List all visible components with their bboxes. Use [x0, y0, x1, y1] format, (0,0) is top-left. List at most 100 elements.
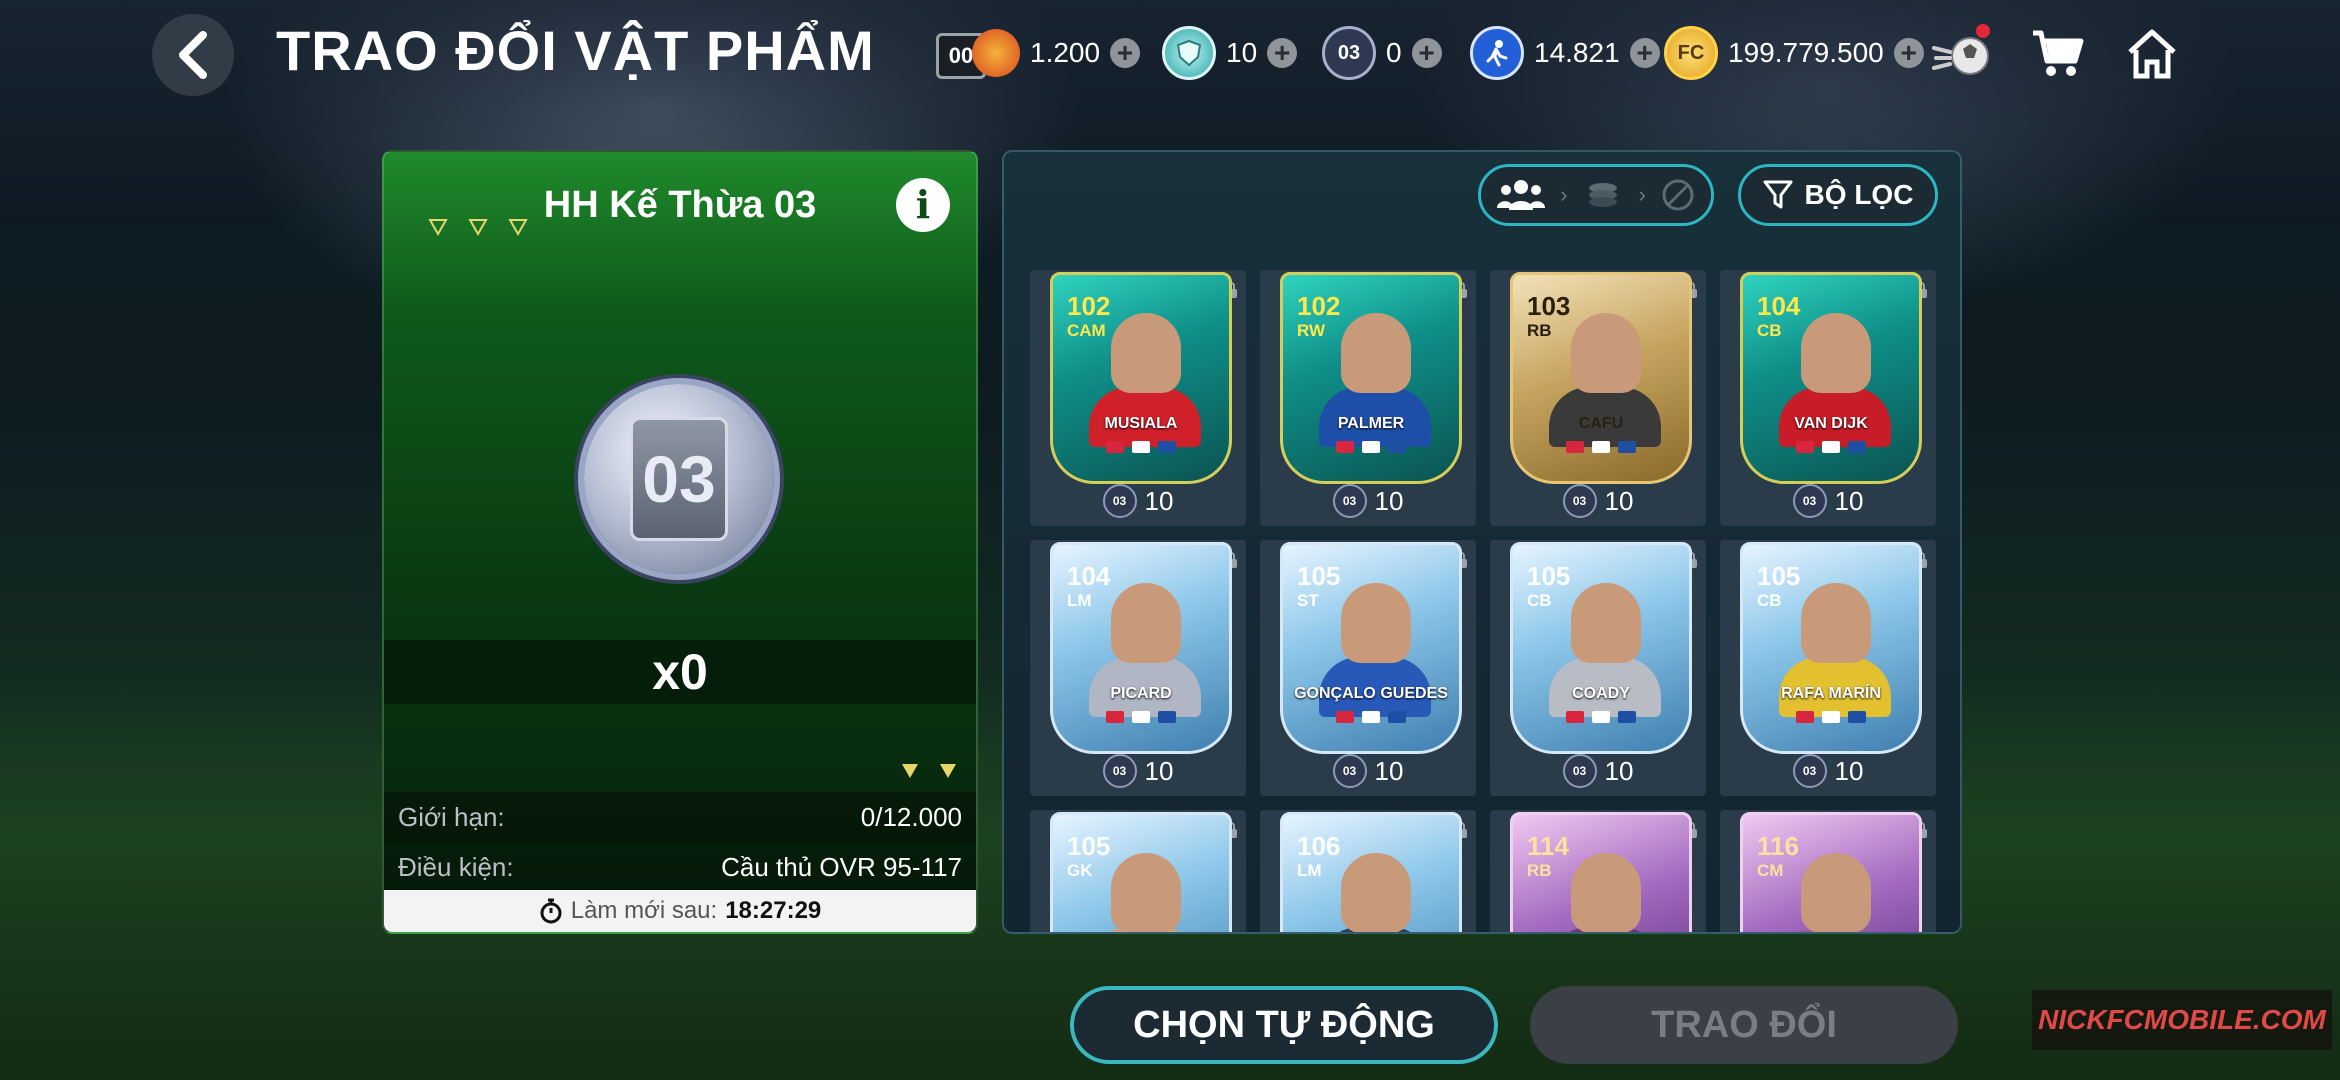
price-value: 10: [1374, 755, 1404, 786]
add-shield-button[interactable]: +: [1267, 38, 1298, 68]
token-03-icon: 03: [1792, 484, 1827, 518]
player-card: 103 RB CAFU: [1510, 272, 1692, 484]
player-name: GONÇALO GUEDES: [1294, 685, 1448, 702]
price-value: 10: [1834, 755, 1864, 786]
player-card-slot[interactable]: 114 RB: [1490, 810, 1706, 932]
player-card-slot[interactable]: 102 RW PALMER 03 10: [1260, 270, 1476, 526]
player-card-slot[interactable]: 105 CB COADY 03 10: [1490, 540, 1706, 796]
token-03-icon: 03: [1792, 754, 1827, 788]
player-card-slot[interactable]: 104 LM PICARD 03 10: [1030, 540, 1246, 796]
token-03-icon: 03: [1322, 26, 1376, 80]
condition-label: Điều kiện:: [398, 852, 514, 882]
page-title: TRAO ĐỔI VẬT PHẨM: [276, 19, 875, 82]
auto-select-button[interactable]: CHỌN TỰ ĐỘNG: [1070, 986, 1498, 1064]
player-ovr: 102: [1297, 291, 1341, 321]
player-name: COADY: [1572, 685, 1630, 702]
owned-count: x0: [384, 640, 976, 704]
cart-icon[interactable]: [2028, 24, 2088, 84]
player-portrait: [1801, 853, 1871, 932]
exchange-item-panel: HH Kế Thừa 03 i 03 x0 Giới hạn: 0/12.000…: [382, 150, 978, 934]
player-name: CAFU: [1578, 415, 1624, 432]
add-token-03-button[interactable]: +: [1411, 38, 1442, 68]
player-card-slot[interactable]: 105 CB RAFA MARÍN 03 10: [1720, 540, 1936, 796]
player-name: MUSIALA: [1104, 415, 1178, 432]
player-position: LM: [1297, 861, 1322, 880]
player-position: RB: [1527, 861, 1552, 880]
notification-dot: [1976, 24, 1990, 38]
price-value: 10: [1374, 485, 1404, 516]
token-03-icon: 03: [1102, 754, 1137, 788]
player-ovr: 106: [1297, 831, 1341, 861]
price-value: 10: [1144, 485, 1174, 516]
condition-row: Điều kiện: Cầu thủ OVR 95-117: [384, 842, 976, 892]
add-orange-token-button[interactable]: +: [1110, 38, 1141, 68]
refresh-timer: Làm mới sau: 18:27:29: [384, 890, 976, 932]
add-player-points-button[interactable]: +: [1629, 38, 1660, 68]
player-portrait: [1801, 313, 1871, 393]
currency-player-points: 14.821 +: [1470, 26, 1660, 80]
player-portrait: [1571, 853, 1641, 932]
limit-label: Giới hạn:: [398, 802, 505, 832]
player-position: ST: [1297, 591, 1319, 610]
filter-mode-toggle[interactable]: › ›: [1478, 164, 1714, 226]
ball-launch-icon[interactable]: [1932, 24, 1992, 84]
player-card: 105 GK: [1050, 812, 1232, 932]
token-03-icon: 03: [1562, 754, 1597, 788]
player-card-slot[interactable]: 106 LM: [1260, 810, 1476, 932]
currency-value: 10: [1226, 37, 1258, 68]
decor-triangles-right: [896, 762, 966, 782]
player-name: VAN DIJK: [1794, 415, 1868, 432]
player-card-slot[interactable]: 102 CAM MUSIALA 03 10: [1030, 270, 1246, 526]
player-flags: [1559, 441, 1643, 457]
player-ovr: 105: [1757, 561, 1801, 591]
player-card-slot[interactable]: 103 RB CAFU 03 10: [1490, 270, 1706, 526]
currency-value: 0: [1386, 37, 1402, 68]
player-card: 104 LM PICARD: [1050, 542, 1232, 754]
player-card-slot[interactable]: 116 CM: [1720, 810, 1936, 932]
price-value: 10: [1144, 755, 1174, 786]
player-position: CB: [1757, 321, 1782, 340]
player-card-slot[interactable]: 105 ST GONÇALO GUEDES 03 10: [1260, 540, 1476, 796]
no-trade-icon: [1662, 179, 1694, 211]
shield-icon: [1162, 26, 1216, 80]
card-price: 03 10: [1490, 754, 1706, 788]
currency-value: 1.200: [1030, 37, 1101, 68]
runner-icon: [1470, 26, 1524, 80]
player-portrait: [1111, 313, 1181, 393]
card-price: 03 10: [1720, 484, 1936, 518]
coins-stack-icon: [1589, 183, 1617, 207]
trade-button[interactable]: TRAO ĐỔI: [1530, 986, 1958, 1064]
player-ovr: 103: [1527, 291, 1571, 321]
player-flags: [1099, 711, 1183, 727]
currency-value: 199.779.500: [1728, 37, 1884, 68]
info-icon[interactable]: i: [896, 178, 950, 232]
card-price: 03 10: [1260, 754, 1476, 788]
watermark-logo: NICKFCMOBILE.COM: [2032, 990, 2332, 1050]
chevron-left-icon: [179, 31, 207, 79]
refresh-label: Làm mới sau:: [570, 897, 718, 924]
player-flags: [1099, 441, 1183, 457]
player-card-slot[interactable]: 105 GK: [1030, 810, 1246, 932]
player-name: RAFA MARÍN: [1781, 685, 1881, 702]
chevron-right-icon: ›: [1638, 182, 1646, 207]
player-flags: [1789, 441, 1873, 457]
back-button[interactable]: [152, 14, 234, 96]
player-card: 104 CB VAN DIJK: [1740, 272, 1922, 484]
player-card-slot[interactable]: 104 CB VAN DIJK 03 10: [1720, 270, 1936, 526]
refresh-time: 18:27:29: [725, 897, 822, 924]
player-card: 114 RB: [1510, 812, 1692, 932]
add-fc-coins-button[interactable]: +: [1893, 38, 1924, 68]
currency-shield: 10 +: [1162, 26, 1298, 80]
player-card: 102 RW PALMER: [1280, 272, 1462, 484]
home-icon[interactable]: [2122, 24, 2182, 84]
token-03-icon: 03: [1332, 754, 1367, 788]
orange-token-icon: 00: [936, 29, 1020, 79]
player-name: PALMER: [1337, 415, 1405, 432]
currency-value: 14.821: [1534, 37, 1620, 68]
card-price: 03 10: [1490, 484, 1706, 518]
filter-button[interactable]: BỘ LỌC: [1738, 164, 1938, 226]
player-ovr: 105: [1527, 561, 1571, 591]
limit-value: 0/12.000: [860, 802, 962, 832]
token-03-icon: 03: [1102, 484, 1137, 518]
condition-value: Cầu thủ OVR 95-117: [721, 852, 962, 882]
